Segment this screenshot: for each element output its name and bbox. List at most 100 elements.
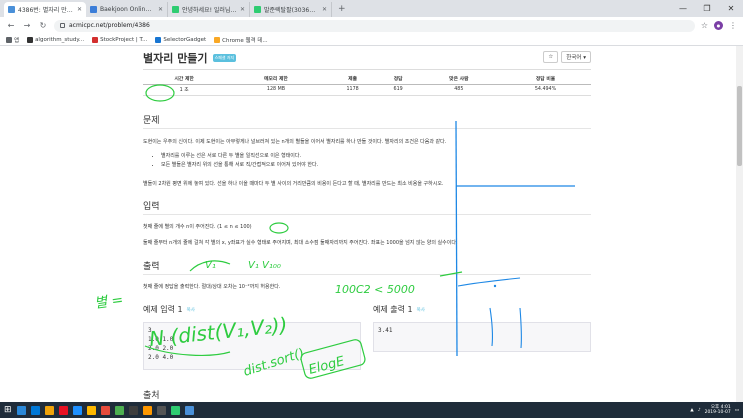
input-description: 둘째 줄부터 n개의 줄에 걸쳐 각 별의 x, y좌표가 실수 형태로 주어지…: [143, 240, 458, 246]
browser-toolbar: ← → ↻ acmicpc.net/problem/4386 ☆ ● ⋮: [0, 17, 743, 34]
bookmark-star-icon[interactable]: ☆: [701, 21, 708, 30]
app-icon[interactable]: [170, 405, 180, 415]
close-icon[interactable]: ✕: [158, 6, 163, 13]
app-icon[interactable]: [142, 405, 152, 415]
windows-taskbar: ⊞ ▲ ♪ 오후 4:01 2019-10-07 ▭: [0, 402, 743, 418]
gadget-icon: [155, 36, 162, 43]
bookmark-chrome-store[interactable]: Chrome 웹격 데...: [214, 36, 268, 44]
table-header: 정답: [378, 74, 418, 85]
tab-label: 4386번: 별자리 만들기: [18, 7, 74, 14]
menu-icon[interactable]: ⋮: [729, 21, 737, 30]
tab-naver[interactable]: 발준렉탈팔(30363) : 네이버 ✕: [250, 2, 332, 17]
problem-page: 별자리 만들기 스페셜 저지 ☆ 한국어 ▾ 시간 제한 메모리 제한 제출 정…: [143, 46, 591, 401]
tab-label: Baekjoon Online Judge: [100, 6, 155, 13]
volume-icon[interactable]: ♪: [698, 408, 701, 413]
chrome-icon[interactable]: [100, 405, 110, 415]
tab-label: 발준렉탈팔(30363) : 네이버: [264, 7, 319, 14]
table-header: 정답 비율: [500, 74, 591, 85]
screen: 4386번: 별자리 만들기 ✕ Baekjoon Online Judge ✕…: [0, 0, 743, 418]
output-description: 첫째 줄에 정답을 출력한다. 절대/상대 오차는 10⁻²까지 허용한다.: [143, 284, 281, 290]
table-cell[interactable]: 1178: [326, 84, 379, 96]
section-output-heading: 출력: [143, 259, 591, 275]
new-tab-button[interactable]: +: [338, 2, 346, 17]
tab-favicon-icon: [90, 6, 97, 13]
lock-icon: [60, 23, 65, 28]
bookmark-label: algorithm_study...: [35, 36, 85, 43]
back-icon[interactable]: ←: [6, 21, 16, 30]
clock[interactable]: 오후 4:01 2019-10-07: [705, 405, 731, 415]
bookmark-label: SelectorGadget: [163, 36, 207, 43]
list-item: 별자리를 이루는 선은 서로 다른 두 별을 일직선으로 이은 형태이다.: [161, 152, 318, 161]
close-window-button[interactable]: ✕: [719, 0, 743, 17]
reload-icon[interactable]: ↻: [38, 21, 48, 30]
page-scrollbar[interactable]: [736, 46, 743, 402]
tab-baekjoon[interactable]: Baekjoon Online Judge ✕: [86, 2, 168, 17]
folder-icon[interactable]: [86, 405, 96, 415]
bookmark-apps[interactable]: 앱: [6, 36, 19, 44]
bookmark-label: 앱: [14, 37, 20, 44]
section-input-heading: 입력: [143, 199, 591, 215]
sample-output-box: 3.41: [373, 322, 591, 352]
system-tray: ▲ ♪ 오후 4:01 2019-10-07 ▭: [690, 405, 739, 415]
scrollbar-thumb[interactable]: [737, 86, 742, 166]
task-view-icon[interactable]: [30, 405, 40, 415]
tab-strip: 4386번: 별자리 만들기 ✕ Baekjoon Online Judge ✕…: [0, 0, 743, 17]
close-icon[interactable]: ✕: [322, 6, 327, 13]
input-description: 첫째 줄에 별의 개수 n이 주어진다. (1 ≤ n ≤ 100): [143, 224, 252, 230]
problem-info-table: 시간 제한 메모리 제한 제출 정답 맞은 사람 정답 비율 1 초 128 M…: [143, 74, 591, 96]
favorite-button[interactable]: ☆: [543, 51, 559, 63]
copy-button[interactable]: 복사: [187, 307, 195, 313]
problem-description: 도현이는 우주의 신이다. 이제 도현이는 아무렇게나 널브러져 있는 n개의 …: [143, 139, 447, 145]
chrome-icon: [214, 36, 221, 43]
table-header-row: 시간 제한 메모리 제한 제출 정답 맞은 사람 정답 비율: [143, 74, 591, 85]
sample-output-heading: 예제 출력 1 복사: [373, 304, 425, 315]
close-icon[interactable]: ✕: [77, 6, 82, 13]
bookmark-label: StockProject | T...: [100, 36, 148, 43]
table-header: 제출: [326, 74, 379, 85]
app-icon[interactable]: [156, 405, 166, 415]
problem-header: 별자리 만들기 스페셜 저지 ☆ 한국어 ▾: [143, 46, 591, 70]
table-cell[interactable]: 485: [417, 84, 500, 96]
github-icon: [27, 36, 34, 43]
tab-favicon-icon: [8, 6, 15, 13]
bookmark-algorithm[interactable]: algorithm_study...: [27, 36, 85, 43]
sample-input-title: 예제 입력 1: [143, 305, 183, 314]
table-cell: 54.494%: [500, 84, 591, 96]
app-icon[interactable]: [128, 405, 138, 415]
table-row: 1 초 128 MB 1178 619 485 54.494%: [143, 84, 591, 96]
section-source-heading: 출처: [143, 388, 591, 402]
table-header: 메모리 제한: [225, 74, 327, 85]
edge-icon[interactable]: [72, 405, 82, 415]
notification-icon[interactable]: ▭: [735, 408, 739, 413]
tab-favicon-icon: [254, 6, 261, 13]
windows-start-icon[interactable]: ⊞: [4, 405, 12, 415]
table-cell[interactable]: 619: [378, 84, 418, 96]
app-icon[interactable]: [58, 405, 68, 415]
maximize-button[interactable]: ❐: [695, 0, 719, 17]
file-explorer-icon[interactable]: [44, 405, 54, 415]
tab-blog[interactable]: 안녕하세요! 일러님 캐스터 ✕: [168, 2, 250, 17]
table-cell: 1 초: [143, 84, 226, 96]
table-header: 맞은 사람: [417, 74, 500, 85]
language-select[interactable]: 한국어 ▾: [561, 51, 591, 63]
page-content: 별자리 만들기 스페셜 저지 ☆ 한국어 ▾ 시간 제한 메모리 제한 제출 정…: [0, 46, 743, 402]
profile-avatar[interactable]: ●: [714, 21, 723, 30]
pen-app-icon[interactable]: [184, 405, 194, 415]
minimize-button[interactable]: —: [671, 0, 695, 17]
search-icon[interactable]: [16, 405, 26, 415]
sample-input-heading: 예제 입력 1 복사: [143, 304, 195, 315]
bookmark-selectorgadget[interactable]: SelectorGadget: [155, 36, 207, 43]
address-bar[interactable]: acmicpc.net/problem/4386: [54, 19, 695, 32]
url-text: acmicpc.net/problem/4386: [69, 22, 150, 29]
network-icon[interactable]: ▲: [690, 408, 693, 413]
apps-icon: [6, 36, 12, 43]
tab-favicon-icon: [172, 6, 179, 13]
app-icon[interactable]: [114, 405, 124, 415]
forward-icon[interactable]: →: [22, 21, 32, 30]
tab-problem[interactable]: 4386번: 별자리 만들기 ✕: [4, 2, 86, 17]
bookmark-stockproject[interactable]: StockProject | T...: [92, 36, 148, 43]
copy-button[interactable]: 복사: [417, 307, 425, 313]
tab-label: 안녕하세요! 일러님 캐스터: [182, 7, 237, 14]
close-icon[interactable]: ✕: [240, 6, 245, 13]
bookmark-label: Chrome 웹격 데...: [222, 37, 268, 44]
